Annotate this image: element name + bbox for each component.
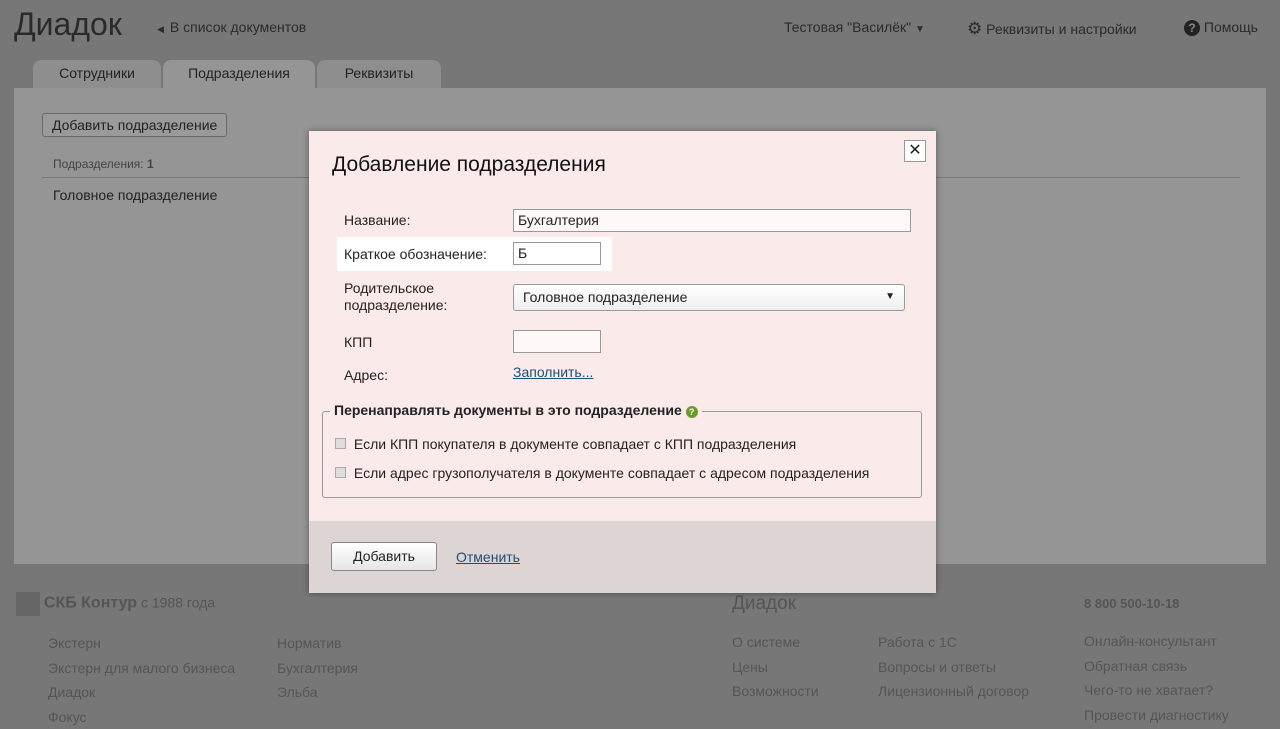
gear-icon: ⚙ [967,19,982,38]
cancel-link[interactable]: Отменить [456,549,520,565]
footer-link[interactable]: Провести диагностику [1084,703,1229,728]
dialog-title: Добавление подразделения [332,153,606,177]
dialog-footer: Добавить Отменить [309,521,936,593]
parent-select[interactable]: Головное подразделение▼ [513,284,905,311]
redirect-legend: Перенаправлять документы в это подраздел… [330,402,702,418]
name-label: Название: [344,212,410,228]
add-department-button[interactable]: Добавить подразделение [42,113,227,137]
short-name-label: Краткое обозначение: [344,246,487,262]
help-icon: ? [1184,20,1200,36]
caret-left-icon: ◀ [157,24,164,34]
short-name-input[interactable]: Б [513,242,601,265]
footer-link[interactable]: Онлайн-консультант [1084,629,1229,654]
fill-address-link[interactable]: Заполнить... [513,364,593,380]
footer-link[interactable]: Эльба [277,680,358,705]
footer-col5: Онлайн-консультантОбратная связьЧего-то … [1084,629,1229,727]
footer-diadoc-title: Диадок [732,593,796,615]
footer-col3: О системеЦеныВозможности [732,630,819,704]
footer-link[interactable]: Диадок [48,680,235,705]
help-link[interactable]: ? Помощь [1184,19,1258,36]
redirect-address-option[interactable]: Если адрес грузополучателя в документе с… [335,465,869,481]
kpp-input[interactable] [513,330,601,353]
footer-col2: НормативБухгалтерияЭльба [277,631,358,705]
tab-employees[interactable]: Сотрудники [33,60,161,89]
add-department-dialog: Добавление подразделения ✕ Название: Бух… [309,131,936,593]
checkbox[interactable] [335,467,346,478]
department-list-item[interactable]: Головное подразделение [53,187,217,203]
submit-button[interactable]: Добавить [331,542,437,571]
department-count: Подразделения: 1 [53,157,154,171]
tab-departments[interactable]: Подразделения [163,60,315,89]
tab-requisites[interactable]: Реквизиты [317,60,441,89]
address-label: Адрес: [344,367,388,383]
app-logo[interactable]: Диадок [14,6,122,43]
close-icon[interactable]: ✕ [904,140,926,162]
footer-link[interactable]: Возможности [732,679,819,704]
redirect-fieldset [322,411,922,498]
org-selector[interactable]: Тестовая "Василёк" ▼ [784,19,925,35]
footer-link[interactable]: Вопросы и ответы [878,655,1029,680]
footer-link[interactable]: Фокус [48,705,235,729]
footer-link[interactable]: Работа с 1С [878,630,1029,655]
footer-link[interactable]: Цены [732,655,819,680]
footer-col1: ЭкстернЭкстерн для малого бизнесаДиадокФ… [48,631,235,729]
footer-col4: Работа с 1СВопросы и ответыЛицензионный … [878,630,1029,704]
footer-brand[interactable]: СКБ Контур с 1988 года [16,592,215,616]
settings-link[interactable]: ⚙ Реквизиты и настройки [967,19,1137,39]
footer-link[interactable]: Обратная связь [1084,654,1229,679]
back-to-documents-link[interactable]: ◀В список документов [157,19,306,35]
footer-link[interactable]: Норматив [277,631,358,656]
caret-down-icon: ▼ [885,291,895,302]
caret-down-icon: ▼ [915,24,925,35]
footer-link[interactable]: Экстерн для малого бизнеса [48,656,235,681]
footer-link[interactable]: Экстерн [48,631,235,656]
name-input[interactable]: Бухгалтерия [513,209,911,232]
footer-link[interactable]: О системе [732,630,819,655]
kpp-label: КПП [344,334,372,350]
parent-label: Родительское подразделение: [344,280,474,314]
footer-link[interactable]: Чего-то не хватает? [1084,678,1229,703]
footer-link[interactable]: Бухгалтерия [277,656,358,681]
footer-phone: 8 800 500-10-18 [1084,596,1179,611]
kontur-logo-icon [16,592,40,616]
help-icon[interactable]: ? [686,406,698,418]
footer-link[interactable]: Лицензионный договор [878,679,1029,704]
redirect-kpp-option[interactable]: Если КПП покупателя в документе совпадае… [335,436,796,452]
checkbox[interactable] [335,438,346,449]
